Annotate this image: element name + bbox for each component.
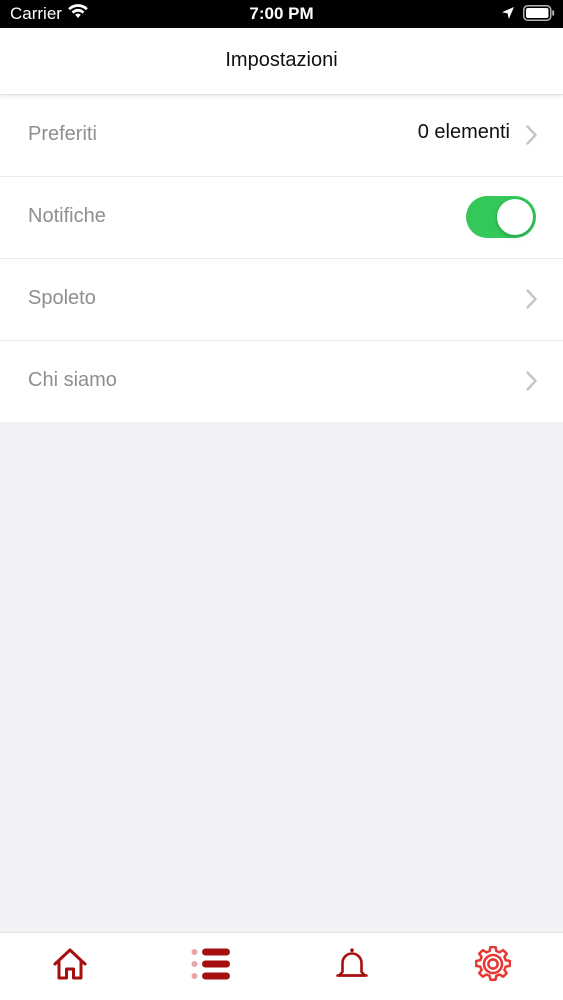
settings-row-notifications: Notifiche xyxy=(0,177,563,259)
settings-list: Preferiti 0 elementi Notifiche Spoleto C… xyxy=(0,95,563,422)
favorites-count: 0 elementi xyxy=(417,121,510,143)
home-icon xyxy=(52,947,88,986)
about-label: Chi siamo xyxy=(28,369,117,391)
tab-list[interactable] xyxy=(141,933,282,1000)
navigation-bar: Impostazioni xyxy=(0,28,563,94)
settings-row-about[interactable]: Chi siamo xyxy=(0,341,563,422)
tab-home[interactable] xyxy=(0,933,141,1000)
chevron-right-icon xyxy=(526,125,537,150)
status-time: 7:00 PM xyxy=(249,4,314,23)
spoleto-label: Spoleto xyxy=(28,287,96,309)
settings-screen: Carrier 7:00 PM Impostazioni Preferiti 0… xyxy=(0,0,563,1000)
page-title: Impostazioni xyxy=(225,49,338,71)
favorites-label: Preferiti xyxy=(28,123,97,145)
battery-icon xyxy=(523,5,555,26)
chevron-right-icon xyxy=(526,289,537,314)
notifications-toggle[interactable] xyxy=(466,196,536,238)
list-icon xyxy=(191,948,231,985)
status-bar: Carrier 7:00 PM xyxy=(0,0,563,28)
status-right xyxy=(501,5,555,26)
settings-row-favorites[interactable]: Preferiti 0 elementi xyxy=(0,95,563,177)
location-arrow-icon xyxy=(501,6,515,25)
tab-notifications[interactable] xyxy=(282,933,423,1000)
tab-settings[interactable] xyxy=(422,933,563,1000)
chevron-right-icon xyxy=(526,371,537,396)
gear-icon xyxy=(474,945,511,987)
tab-bar xyxy=(0,932,563,1000)
toggle-knob xyxy=(497,199,533,235)
settings-row-spoleto[interactable]: Spoleto xyxy=(0,259,563,341)
bell-icon xyxy=(335,947,369,986)
notifications-label: Notifiche xyxy=(28,205,106,227)
